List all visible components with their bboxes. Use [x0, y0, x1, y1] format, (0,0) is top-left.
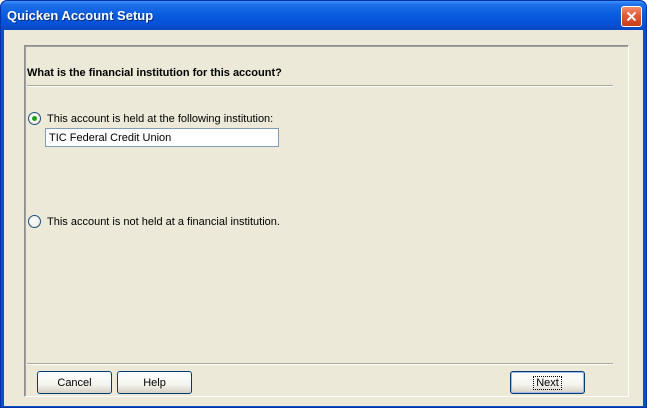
cancel-button[interactable]: Cancel [37, 371, 112, 394]
title-bar[interactable]: Quicken Account Setup [1, 1, 646, 30]
window-title: Quicken Account Setup [7, 8, 154, 23]
question-heading: What is the financial institution for th… [27, 67, 282, 79]
institution-name-field[interactable] [45, 128, 279, 147]
not-held-label: This account is not held at a financial … [47, 215, 280, 228]
held-at-institution-radio[interactable] [28, 112, 41, 125]
held-at-institution-option[interactable]: This account is held at the following in… [28, 112, 273, 125]
close-button[interactable] [621, 6, 642, 27]
dialog-window: Quicken Account Setup What is the financ… [0, 0, 647, 408]
cancel-button-label: Cancel [57, 376, 92, 389]
bottom-divider [27, 363, 613, 365]
not-held-option[interactable]: This account is not held at a financial … [28, 215, 280, 228]
held-at-institution-label: This account is held at the following in… [47, 112, 274, 125]
dialog-client-area: What is the financial institution for th… [4, 30, 643, 406]
help-button-label: Help [143, 376, 166, 389]
top-divider [27, 85, 613, 87]
help-button[interactable]: Help [117, 371, 192, 394]
next-button[interactable]: Next [510, 371, 585, 394]
next-button-label: Next [533, 375, 562, 390]
not-held-radio[interactable] [28, 215, 41, 228]
close-icon [626, 11, 637, 22]
